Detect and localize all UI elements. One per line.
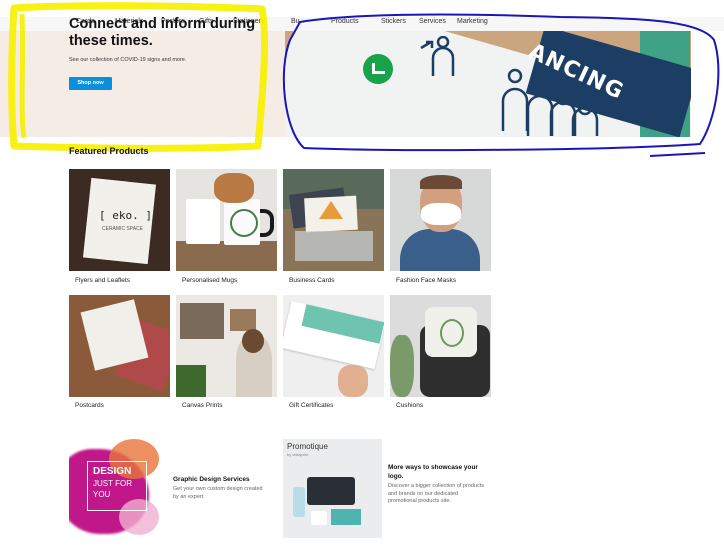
treats xyxy=(214,173,254,203)
hero-subtitle: See our collection of COVID-19 signs and… xyxy=(69,57,187,63)
plant xyxy=(176,365,206,397)
design-promo-title[interactable]: Graphic Design Services xyxy=(173,476,250,483)
product-tile-cushions[interactable] xyxy=(390,295,491,397)
product-label-business-cards[interactable]: Business Cards xyxy=(289,277,335,284)
cushion-logo xyxy=(440,319,464,347)
product-tile-flyers[interactable]: [ eko. ] CERAMIC SPACE xyxy=(69,169,170,271)
person-hair xyxy=(242,329,264,353)
design-text-line2: JUST FOR xyxy=(93,479,132,488)
table-surface xyxy=(176,241,277,271)
design-promo-image[interactable]: DESIGN JUST FOR YOU xyxy=(69,439,165,538)
promotique-logo: Promotique xyxy=(287,442,328,451)
canvas-print-1 xyxy=(180,303,224,339)
nav-item-services[interactable]: Services xyxy=(419,18,446,25)
mug-handle xyxy=(260,209,274,237)
product-tile-mugs[interactable] xyxy=(176,169,277,271)
product-tile-gift-certificates[interactable] xyxy=(283,295,384,397)
plant xyxy=(390,335,414,397)
product-label-mugs[interactable]: Personalised Mugs xyxy=(182,277,237,284)
flyer-card-text: [ eko. ] xyxy=(99,209,152,222)
product-tile-business-cards[interactable] xyxy=(283,169,384,271)
product-label-gift-certificates[interactable]: Gift Certificates xyxy=(289,402,333,409)
promotique-promo-image[interactable]: Promotique by vistaprint xyxy=(283,439,382,538)
flyer-card-subtext: CERAMIC SPACE xyxy=(102,226,144,232)
product-label-canvas-prints[interactable]: Canvas Prints xyxy=(182,402,222,409)
card-holder xyxy=(295,231,373,261)
nav-item-marketing[interactable]: Marketing xyxy=(457,18,488,25)
promo-mug xyxy=(311,511,327,525)
check-icon xyxy=(363,54,393,84)
design-promo-description: Get your own custom design created by an… xyxy=(173,486,263,500)
product-tile-postcards[interactable] xyxy=(69,295,170,397)
nav-item-bu[interactable]: Bu xyxy=(291,18,300,25)
mug-logo xyxy=(230,209,258,237)
shop-now-button[interactable]: Shop now xyxy=(69,77,112,90)
promotique-sublogo: by vistaprint xyxy=(287,452,309,457)
promotique-promo-title[interactable]: More ways to showcase your logo. xyxy=(388,464,488,481)
product-tile-face-masks[interactable] xyxy=(390,169,491,271)
product-label-face-masks[interactable]: Fashion Face Masks xyxy=(396,277,456,284)
promo-bag xyxy=(307,477,355,505)
design-text-line1: DESIGN xyxy=(93,466,132,477)
product-tile-canvas-prints[interactable] xyxy=(176,295,277,397)
product-label-flyers[interactable]: Flyers and Leaflets xyxy=(75,277,130,284)
promo-bottle xyxy=(293,487,305,517)
product-label-postcards[interactable]: Postcards xyxy=(75,402,104,409)
design-text-line3: YOU xyxy=(93,490,111,499)
promo-notebook xyxy=(331,509,361,525)
face-mask xyxy=(421,203,461,225)
canvas-print-2 xyxy=(230,309,256,331)
nav-item-products[interactable]: Products xyxy=(331,18,359,25)
product-label-cushions[interactable]: Cushions xyxy=(396,402,423,409)
promotique-promo-description: Discover a bigger collection of products… xyxy=(388,483,484,504)
nav-item-stickers[interactable]: Stickers xyxy=(381,18,406,25)
hero-title: Connect and inform during these times. xyxy=(69,16,256,49)
featured-products-heading: Featured Products xyxy=(69,146,149,156)
mug-left xyxy=(186,199,220,244)
hand xyxy=(338,365,368,397)
card-logo xyxy=(319,201,343,219)
hero-image[interactable]: ANCING xyxy=(285,31,691,137)
person-shirt xyxy=(400,229,480,271)
person-hair xyxy=(420,175,462,189)
